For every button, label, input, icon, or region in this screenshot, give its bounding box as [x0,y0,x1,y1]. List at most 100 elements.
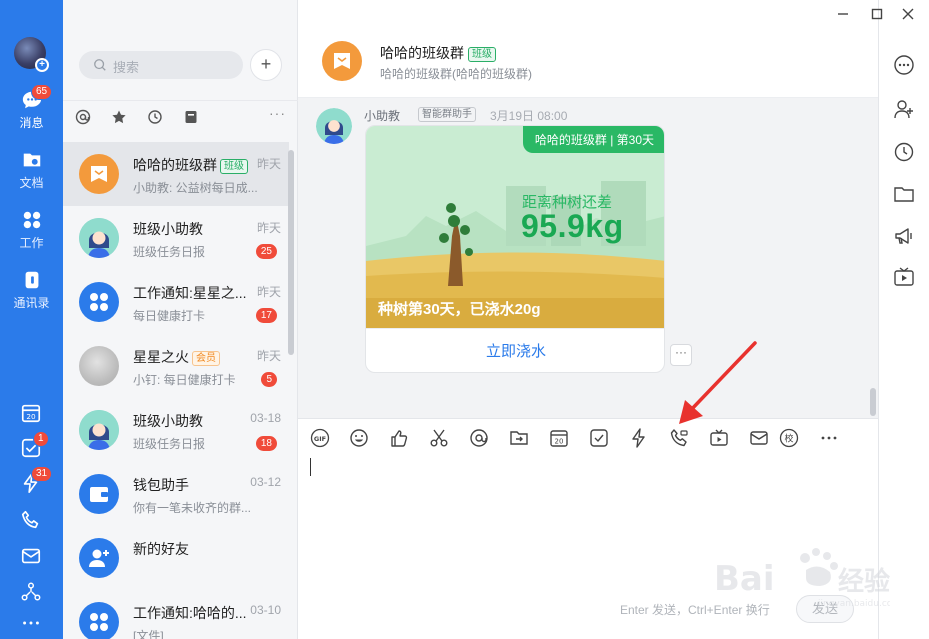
folder-icon [23,153,40,167]
book-icon [91,166,107,182]
assistant-avatar [79,410,119,450]
text-caret [310,458,311,476]
rail-label-contacts: 通讯录 [13,296,50,310]
assistant-avatar [79,218,119,258]
minimize-icon[interactable] [835,6,851,22]
rail-label-work: 工作 [19,236,44,250]
emoji-icon[interactable] [349,428,369,448]
baidu-watermark-logo: Bai 经验 jingyan.baidu.com [714,548,890,609]
svg-text:校: 校 [784,433,793,445]
chat-subtitle: 哈哈的班级群(哈哈的班级群) [380,67,532,81]
message-scrollbar[interactable] [870,388,876,416]
conversation-item[interactable]: 工作通知:星星之... 昨天 每日健康打卡 17 [63,270,289,334]
conversation-item[interactable]: 班级小助教 03-18 班级任务日报 18 [63,398,289,462]
unread-badge: 18 [255,436,277,451]
gif-icon[interactable]: GIF [310,428,330,448]
conversation-item[interactable]: 钱包助手 03-12 你有一笔未收齐的群... [63,462,289,526]
archive-filter-icon[interactable] [183,109,199,125]
mention-icon[interactable] [469,428,489,448]
mail-icon[interactable] [749,428,769,448]
announcement-icon[interactable] [893,225,915,247]
todo-badge: 1 [33,431,49,447]
conversation-name: 工作通知:哈哈的... [133,605,247,621]
conversation-item[interactable]: 星星之火 会员 昨天 小钉: 每日健康打卡 5 [63,334,289,398]
user-avatar[interactable]: + [14,37,49,72]
live-tv-icon[interactable] [709,428,729,448]
calendar-icon[interactable]: 20 [20,402,42,424]
conversation-preview: 小钉: 每日健康打卡 [133,373,236,387]
history-clock-icon[interactable] [893,141,915,163]
conversation-preview: 班级任务日报 [133,437,206,451]
search-box[interactable]: 搜索 [79,51,243,79]
list-scrollbar[interactable] [288,150,294,355]
card-weight: 95.9kg [521,208,624,244]
mail-icon[interactable] [20,545,42,567]
unread-badge: 17 [255,308,277,323]
school-icon[interactable]: 校 [779,428,799,448]
thumbs-up-icon[interactable] [389,428,409,448]
conversation-preview: 每日健康打卡 [133,309,206,323]
filter-more-icon[interactable]: ··· [269,105,286,121]
folder-send-icon[interactable] [509,428,529,448]
star-filter-icon[interactable] [111,109,127,125]
tree-planting-card[interactable]: 哈哈的班级群 | 第30天 距离种树还差 95.9kg 种树第30天，已浇水20… [365,125,665,373]
work-notice-avatar [79,282,119,322]
bot-tag: 智能群助手 [418,107,476,122]
card-progress: 种树第30天，已浇水20g [378,301,541,318]
recent-filter-icon[interactable] [147,109,163,125]
mention-filter-icon[interactable] [75,109,91,125]
unread-badge: 25 [255,244,277,259]
add-status-icon: + [35,58,49,72]
apps-grid-icon [90,293,108,311]
conversation-item[interactable]: 新的好友 [63,526,289,590]
add-member-icon[interactable] [893,98,915,120]
conversation-item[interactable]: 班级小助教 昨天 班级任务日报 25 [63,206,289,270]
red-arrow-annotation [679,341,757,424]
rail-item-work[interactable]: 工作 [0,209,63,251]
conversation-time: 03-12 [250,475,281,489]
wallet-icon [90,487,108,502]
chat-title: 哈哈的班级群 班级 [380,43,496,63]
water-now-button[interactable]: 立即浇水 [366,328,664,372]
close-icon[interactable] [900,6,916,22]
live-stream-icon[interactable] [893,266,915,288]
scissors-icon[interactable] [429,428,449,448]
task-check-icon[interactable] [589,428,609,448]
new-friend-avatar [79,538,119,578]
conversation-name: 星星之火 会员 [133,347,220,367]
svg-text:20: 20 [555,438,564,446]
class-tag: 班级 [220,159,248,174]
conversation-time: 昨天 [256,285,281,299]
input-toolbar: GIF 20 校 [298,418,878,456]
apps-grid-icon [90,613,108,631]
book-icon [334,53,350,69]
rail-item-contacts[interactable]: 通讯录 [0,269,63,311]
conversation-preview: [文件] [133,629,164,639]
group-avatar[interactable] [322,41,362,81]
ding-lightning-icon[interactable] [629,428,649,448]
calendar-icon[interactable]: 20 [549,428,569,448]
add-button[interactable]: + [250,49,282,81]
card-tag: 哈哈的班级群 | 第30天 [522,126,664,153]
more-dots-icon[interactable] [20,612,42,634]
org-structure-icon[interactable] [20,581,42,603]
phone-call-icon[interactable] [669,428,689,448]
conversation-name: 班级小助教 [133,413,203,429]
more-options-icon[interactable] [893,54,915,76]
conversation-time: 昨天 [256,221,281,235]
sender-avatar[interactable] [316,108,352,144]
maximize-icon[interactable] [869,6,885,22]
more-tools-icon[interactable] [819,428,839,448]
conversation-item[interactable]: 工作通知:哈哈的... 03-10 [文件] [63,590,289,639]
rail-item-docs[interactable]: 文档 [0,149,63,191]
phone-icon[interactable] [20,509,42,531]
teacher-avatar-icon [316,108,352,144]
conversation-name: 哈哈的班级群 班级 [133,155,248,175]
class-tag: 班级 [468,47,496,62]
group-files-icon[interactable] [893,183,915,205]
messages-badge: 65 [31,84,53,100]
conversation-time: 03-10 [250,603,281,617]
ding-badge: 31 [31,466,53,482]
add-user-icon [89,549,109,567]
conversation-item[interactable]: 哈哈的班级群 班级 昨天 小助教: 公益树每日成... [63,142,289,206]
